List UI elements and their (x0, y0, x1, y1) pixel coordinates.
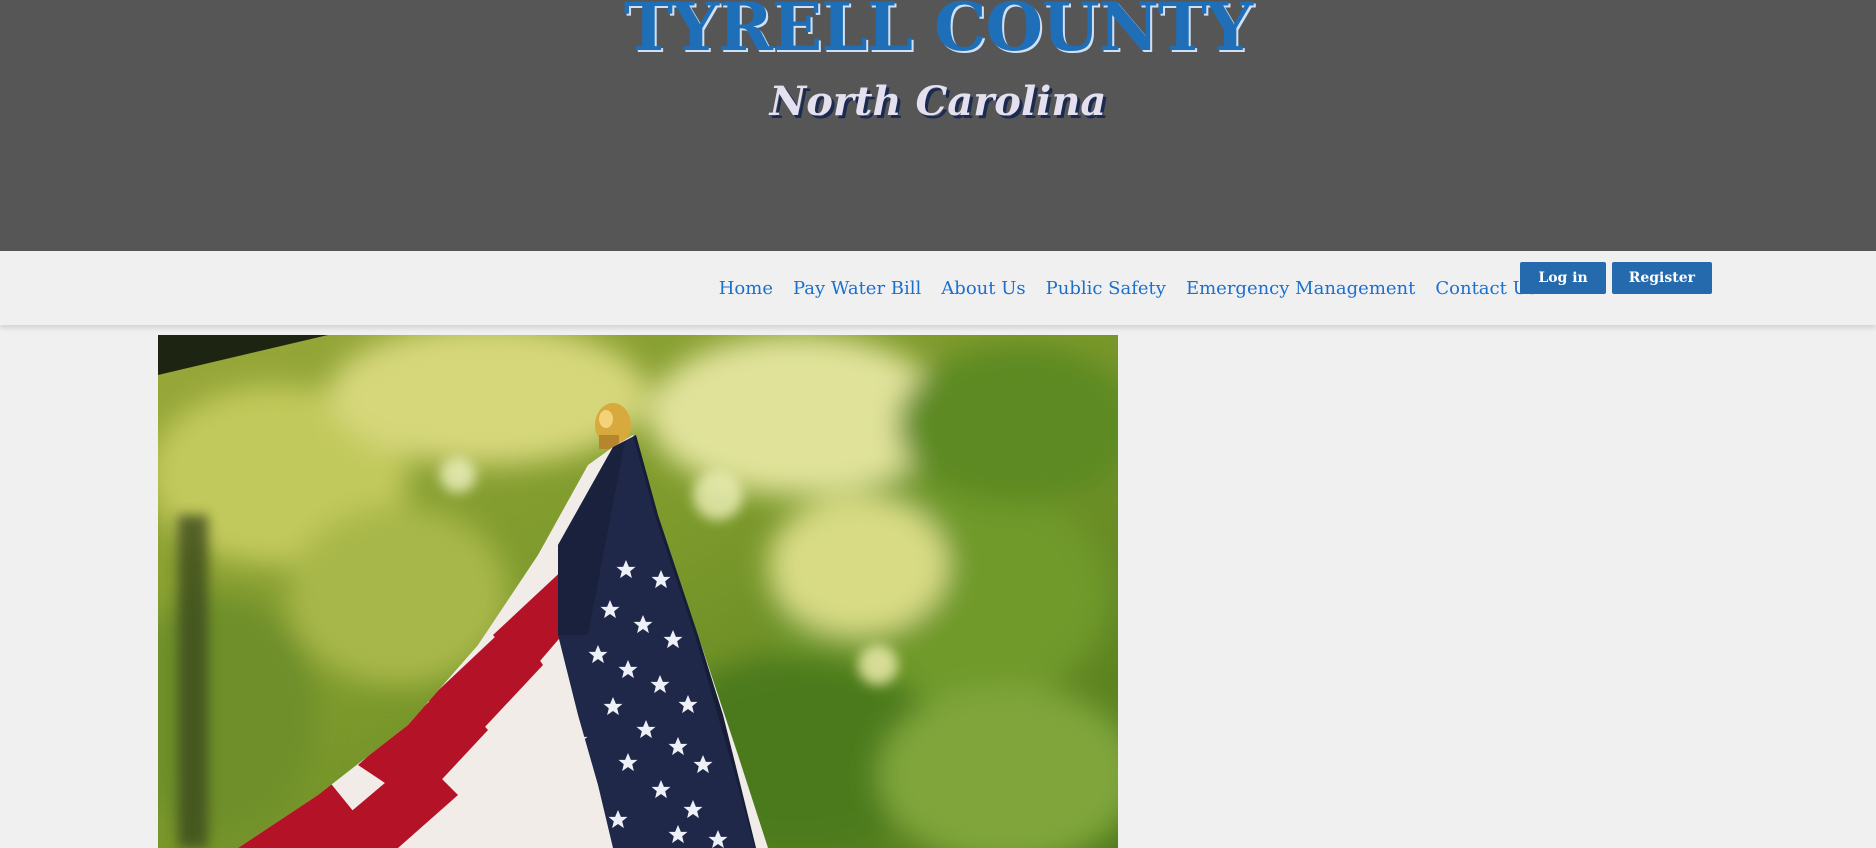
register-button[interactable]: Register (1611, 262, 1712, 294)
auth-buttons: Log in Register (1514, 262, 1712, 294)
nav-links: Home Pay Water Bill About Us Public Safe… (699, 273, 1537, 303)
nav-emergency-management-link[interactable]: Emergency Management (1186, 278, 1415, 299)
nav-home-link[interactable]: Home (719, 278, 773, 299)
login-button[interactable]: Log in (1520, 262, 1606, 294)
nav-public-safety-link[interactable]: Public Safety (1046, 278, 1166, 299)
site-subtitle: North Carolina (769, 78, 1107, 125)
flag-photo (158, 335, 1118, 848)
hero-flag-image (158, 335, 1118, 848)
header-banner: TYRELL COUNTY North Carolina (0, 0, 1876, 251)
site-title: TYRELL COUNTY (623, 0, 1253, 66)
nav-about-us-link[interactable]: About Us (941, 278, 1025, 299)
nav-pay-water-bill-link[interactable]: Pay Water Bill (793, 278, 921, 299)
main-navbar: Home Pay Water Bill About Us Public Safe… (0, 251, 1876, 325)
